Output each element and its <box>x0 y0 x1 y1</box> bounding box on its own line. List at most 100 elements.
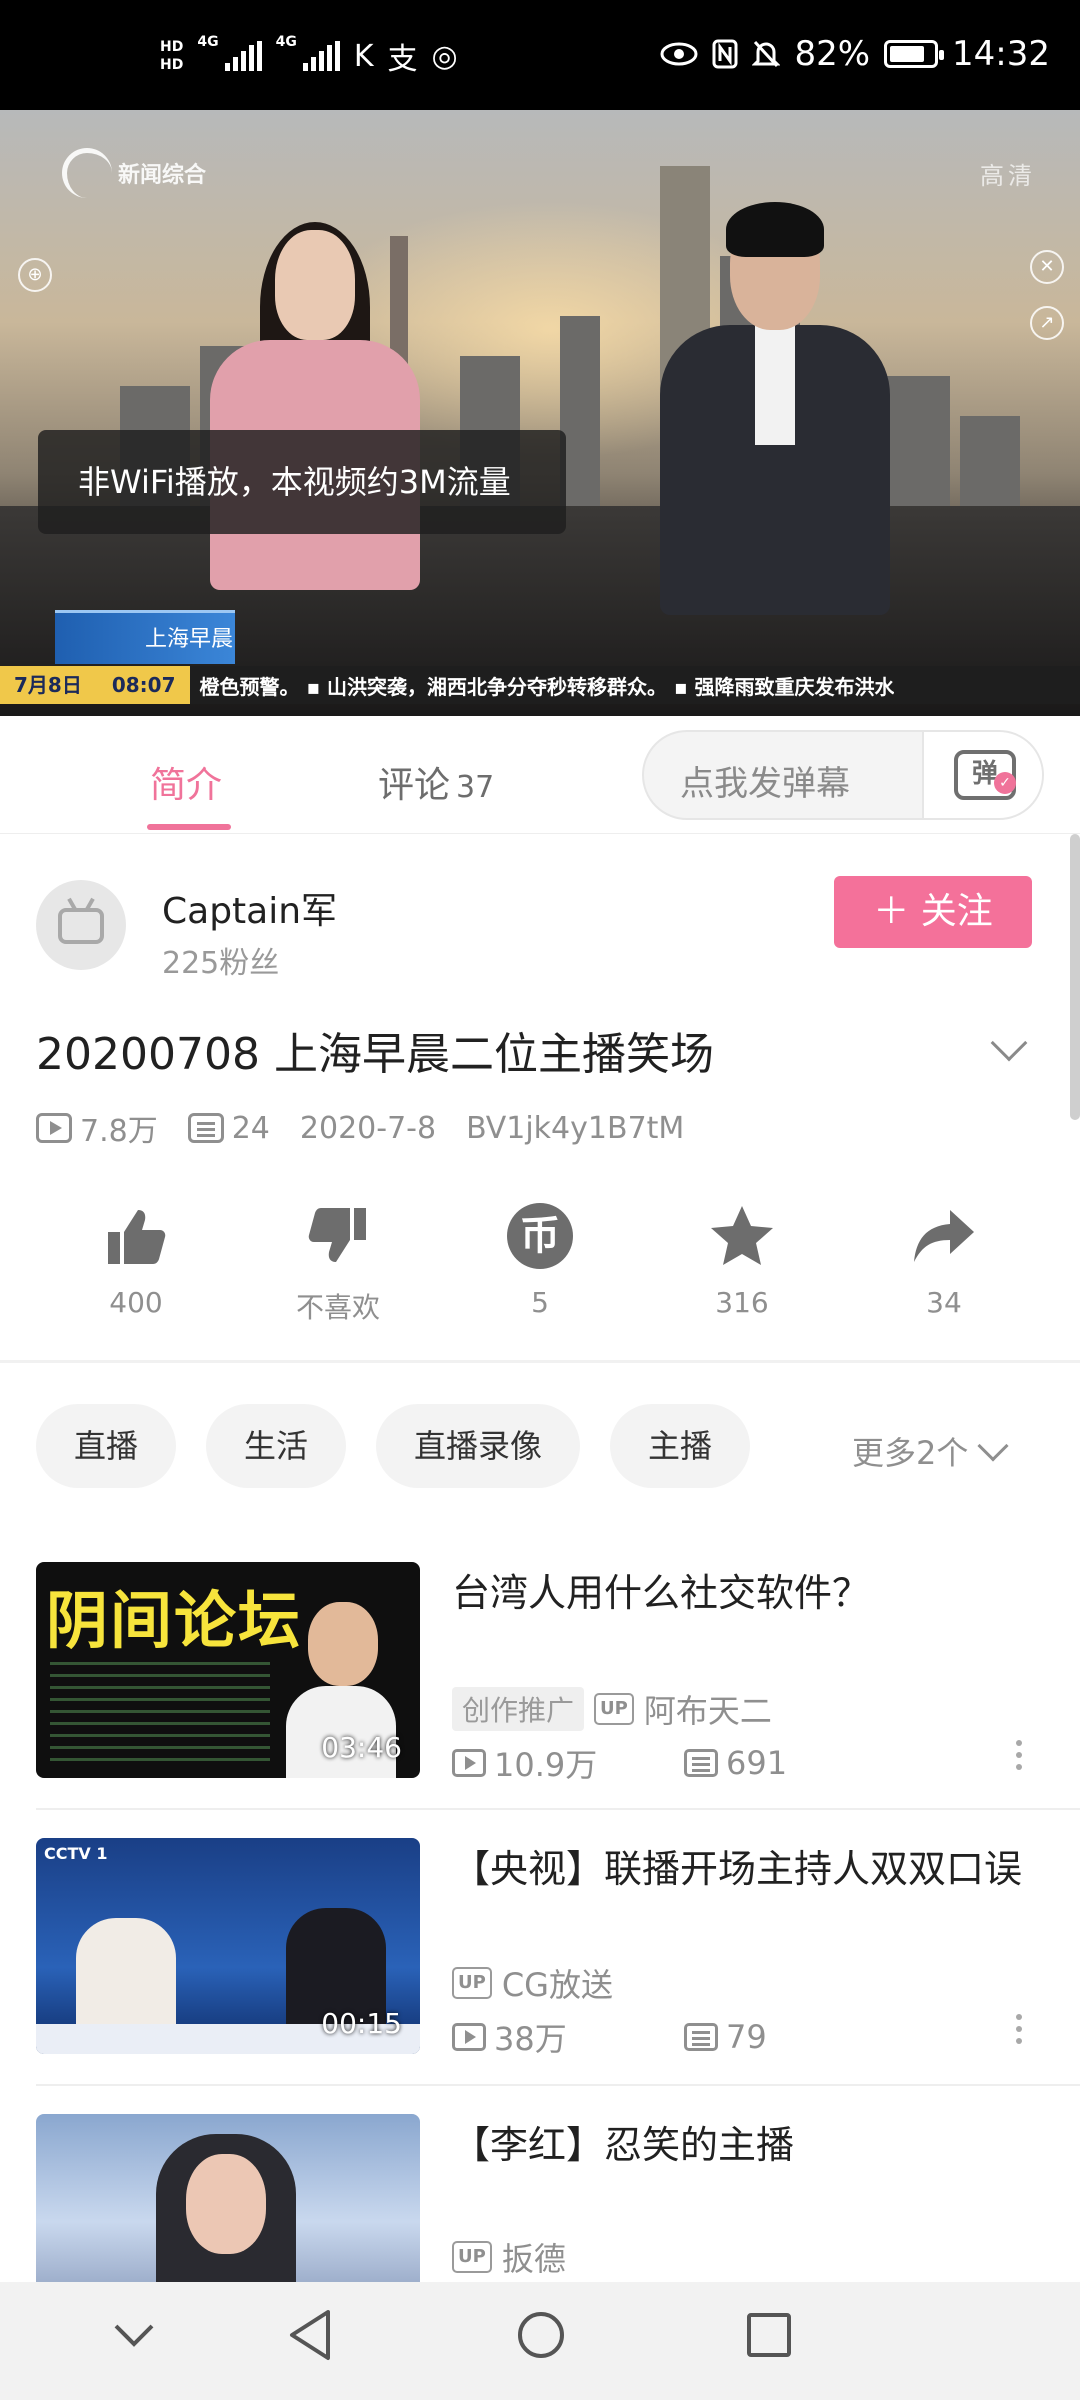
popout-icon[interactable]: ↗ <box>1030 306 1064 340</box>
dislike-button[interactable]: 不喜欢 <box>268 1200 408 1326</box>
like-button[interactable]: 400 <box>66 1200 206 1319</box>
check-icon: ✓ <box>994 772 1016 794</box>
up-badge-icon: UP <box>594 1693 634 1725</box>
tab-intro[interactable]: 简介 <box>150 756 222 808</box>
follow-button[interactable]: ＋ 关注 <box>834 876 1032 948</box>
favorite-count: 316 <box>715 1286 769 1319</box>
view-count-value: 7.8万 <box>80 1114 158 1149</box>
play-icon <box>36 1113 72 1143</box>
chevron-down-icon <box>977 1430 1009 1462</box>
related-danmaku: 79 <box>726 2018 767 2056</box>
related-video-uploader-row: UP CG放送 <box>452 1960 613 2006</box>
status-right: 82% 14:32 <box>660 34 1050 74</box>
battery-fill <box>890 46 925 62</box>
publish-date: 2020-7-8 <box>299 1110 437 1146</box>
ticker-date: 7月8日 <box>14 673 82 697</box>
more-tags-label: 更多2个 <box>852 1434 969 1472</box>
recents-icon[interactable] <box>744 2308 794 2366</box>
video-duration: 00:15 <box>321 2007 402 2040</box>
danmaku-send-button[interactable]: 弹 ✓ <box>922 732 1042 818</box>
related-video-title[interactable]: 【央视】联播开场主持人双双口误 <box>452 1842 1044 1896</box>
network-type-2: 4G <box>275 34 297 50</box>
video-duration: 03:46 <box>321 1731 402 1764</box>
anchor-face <box>275 230 355 340</box>
video-thumbnail[interactable]: 阴间论坛 03:46 <box>36 1562 420 1778</box>
related-video[interactable]: CCTV 1 00:15 【央视】联播开场主持人双双口误 UP CG放送 38万… <box>0 1838 1080 2114</box>
signal-icon <box>224 41 262 71</box>
home-icon[interactable] <box>516 2308 566 2366</box>
danmaku-icon <box>684 1749 718 1777</box>
more-options-icon[interactable] <box>1016 2014 1022 2044</box>
more-tags-button[interactable]: 更多2个 <box>852 1428 1009 1474</box>
back-icon[interactable] <box>286 2308 332 2366</box>
tab-comments-count: 37 <box>456 770 495 805</box>
ticker-datetime: 7月8日 08:07 <box>0 666 190 704</box>
video-thumbnail[interactable] <box>36 2114 420 2282</box>
tag-chip[interactable]: 主播 <box>610 1404 751 1488</box>
related-video[interactable]: 阴间论坛 03:46 台湾人用什么社交软件？ 创作推广 UP 阿布天二 10.9… <box>0 1562 1080 1838</box>
scrollbar[interactable] <box>1070 834 1080 1120</box>
anchor-shirt <box>755 325 795 445</box>
related-views: 38万 <box>494 2020 567 2058</box>
uploader-name[interactable]: Captain军 <box>162 882 337 934</box>
up-badge-icon: UP <box>452 1967 492 1999</box>
tag-list: 直播 生活 直播录像 主播 <box>36 1404 751 1488</box>
tab-comments[interactable]: 评论 37 <box>378 756 494 808</box>
status-bar: HD HD 4G 4G K 支 ◎ 82% 14:32 <box>0 0 1080 110</box>
battery-icon <box>884 40 945 68</box>
quality-watermark: 高清 <box>980 162 1036 190</box>
nfc-icon <box>712 39 738 69</box>
alipay-icon: 支 <box>387 42 418 77</box>
tag-chip[interactable]: 直播 <box>36 1404 177 1488</box>
anchor-hair <box>726 202 824 257</box>
dislike-label: 不喜欢 <box>295 1291 380 1324</box>
tag-chip[interactable]: 生活 <box>206 1404 347 1488</box>
view-count: 7.8万 <box>36 1106 158 1150</box>
clock: 14:32 <box>952 34 1050 74</box>
video-thumbnail[interactable]: CCTV 1 00:15 <box>36 1838 420 2054</box>
lock-screen-icon[interactable]: ⊕ <box>18 258 52 292</box>
up-badge-icon: UP <box>452 2241 492 2273</box>
related-video[interactable]: 【李红】忍笑的主播 UP 扳德 <box>0 2114 1080 2282</box>
recents-square <box>747 2313 791 2357</box>
video-player[interactable]: 新闻综合 高清 ⊕ ✕ ↗ 非WiFi播放，本视频约3M流量 上海早晨 7月8日… <box>0 110 1080 716</box>
eye-icon <box>660 42 698 66</box>
video-meta: 7.8万 24 2020-7-8 BV1jk4y1B7tM <box>36 1106 714 1150</box>
tag-chip[interactable]: 直播录像 <box>376 1404 581 1488</box>
thumbnail-terminal-text <box>50 1662 270 1762</box>
signal-icon <box>302 41 340 71</box>
more-options-icon[interactable] <box>1016 1740 1022 1770</box>
like-count: 400 <box>109 1286 163 1319</box>
tv-mascot-icon <box>58 908 104 944</box>
back-triangle <box>290 2310 330 2360</box>
play-icon <box>452 1749 486 1777</box>
thumbs-down-icon <box>308 1208 366 1262</box>
chevron-down-icon[interactable] <box>990 1024 1028 1062</box>
coin-button[interactable]: 币 5 <box>470 1200 610 1319</box>
share-button[interactable]: 34 <box>874 1200 1014 1319</box>
related-video-stats: 38万 79 <box>452 2014 767 2060</box>
related-uploader: 扳德 <box>501 2240 566 2278</box>
related-video-title[interactable]: 台湾人用什么社交软件？ <box>452 1566 1044 1620</box>
hd-label-bottom: HD <box>160 57 184 73</box>
detail-tab-bar: 简介 评论 37 点我发弹幕 弹 ✓ <box>0 716 1080 834</box>
camera-icon: ◎ <box>431 38 458 74</box>
danmaku-icon <box>684 2023 718 2051</box>
channel-logo-mark <box>62 148 112 198</box>
thumbnail-caption: 阴间论坛 <box>46 1584 303 1657</box>
system-nav-bar <box>0 2282 1080 2400</box>
video-frame-female-anchor <box>210 222 420 590</box>
coin-count: 5 <box>531 1286 549 1319</box>
ticker-text: 橙色预警。 ▪ 山洪突袭，湘西北争分夺秒转移群众。 ▪ 强降雨致重庆发布洪水 <box>199 674 895 699</box>
action-bar: 400 不喜欢 币 5 316 34 <box>0 1200 1080 1330</box>
bvid: BV1jk4y1B7tM <box>466 1110 685 1146</box>
related-video-title[interactable]: 【李红】忍笑的主播 <box>452 2118 1044 2172</box>
avatar[interactable] <box>36 880 126 970</box>
favorite-button[interactable]: 316 <box>672 1200 812 1319</box>
share-icon <box>914 1210 974 1262</box>
danmaku-input[interactable]: 点我发弹幕 弹 ✓ <box>642 730 1044 820</box>
danmaku-toggle-icon[interactable]: ✕ <box>1030 250 1064 284</box>
chevron-down-icon[interactable] <box>112 2322 156 2354</box>
status-left: HD HD 4G 4G K 支 ◎ <box>160 34 458 78</box>
hd-label-top: HD <box>160 39 184 55</box>
